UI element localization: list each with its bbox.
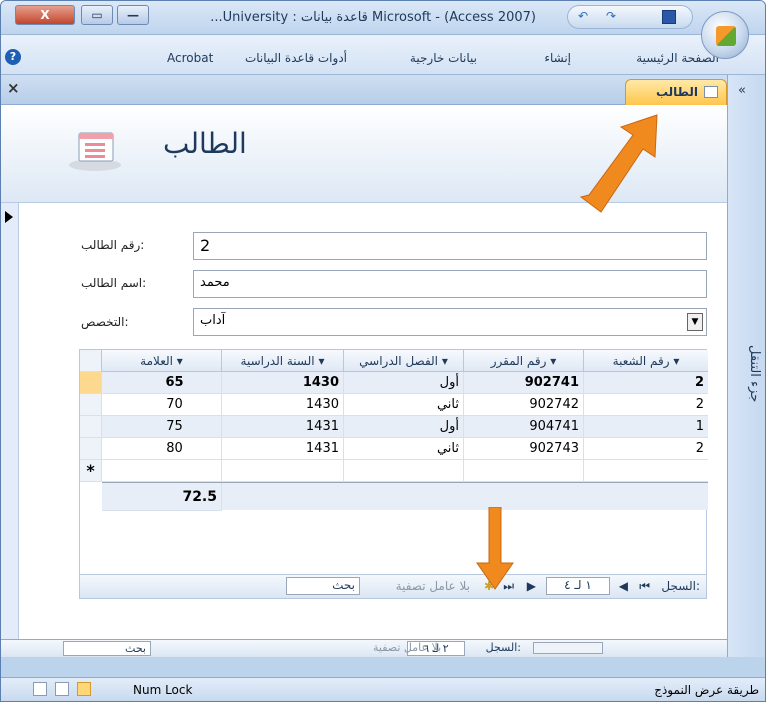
save-icon[interactable]	[662, 10, 676, 24]
cell-section[interactable]: 2	[584, 438, 708, 460]
window-maximize-button[interactable]: ▭	[81, 5, 113, 25]
col-header-grade[interactable]: العلامة ▾	[102, 350, 222, 372]
window-close-button[interactable]: X	[15, 5, 75, 25]
main-record-navigator: السجل: ٢ لـ ٦ بلا عامل تصفية بحث	[1, 639, 727, 657]
cell-section[interactable]: 2	[584, 372, 708, 394]
totals-row: 72.5	[102, 482, 708, 511]
label-major: التخصص:	[81, 315, 129, 329]
current-record-arrow-icon	[5, 211, 13, 223]
col-header-section[interactable]: رقم الشعبة ▾	[584, 350, 708, 372]
row-selector[interactable]	[80, 438, 102, 460]
cell-section[interactable]: 2	[584, 394, 708, 416]
tab-home[interactable]: الصفحة الرئيسية	[636, 51, 719, 65]
table-row[interactable]: 70 1430 ثاني 902742 2	[102, 394, 708, 416]
row-selector[interactable]	[80, 394, 102, 416]
cell-year[interactable]: 1430	[222, 372, 344, 394]
student-id-field[interactable]: 2	[193, 232, 707, 260]
access-window: X ▭ — Microsoft - (Access 2007) قاعدة بي…	[0, 0, 766, 702]
window-minimize-button[interactable]: —	[117, 5, 149, 25]
horizontal-scrollbar[interactable]	[533, 642, 603, 654]
help-icon[interactable]: ?	[5, 49, 21, 65]
record-selector[interactable]	[1, 203, 19, 639]
cell-grade[interactable]: 80	[102, 438, 222, 460]
ribbon-tabs: ? الصفحة الرئيسية إنشاء بيانات خارجية أد…	[1, 35, 765, 75]
subform-search-input[interactable]: بحث	[286, 577, 360, 595]
cell-grade[interactable]: 75	[102, 416, 222, 438]
cell-semester[interactable]: ثاني	[344, 438, 464, 460]
new-record-row[interactable]	[102, 460, 708, 482]
cell-course[interactable]: 902741	[464, 372, 584, 394]
table-row[interactable]: 65 1430 أول 902741 2	[102, 372, 708, 394]
subform-nav-label: السجل:	[661, 579, 700, 593]
col-header-year[interactable]: السنة الدراسية ▾	[222, 350, 344, 372]
table-row[interactable]: 75 1431 أول 904741 1	[102, 416, 708, 438]
new-record-marker[interactable]: *	[80, 460, 102, 482]
document-tab-student[interactable]: الطالب	[625, 79, 727, 105]
document-tab-label: الطالب	[655, 85, 698, 99]
subform-datasheet: العلامة ▾ السنة الدراسية ▾ الفصل الدراسي…	[79, 349, 708, 599]
office-button[interactable]	[701, 11, 749, 59]
view-mode-label: طريقة عرض النموذج	[654, 683, 759, 697]
tab-external-data[interactable]: بيانات خارجية	[410, 51, 477, 65]
col-header-semester[interactable]: الفصل الدراسي ▾	[344, 350, 464, 372]
cell-section[interactable]: 1	[584, 416, 708, 438]
window-title: Microsoft - (Access 2007) قاعدة بيانات :…	[210, 10, 536, 25]
quick-access-toolbar[interactable]: ↶ ↷	[567, 5, 693, 29]
form-view-icon[interactable]	[77, 682, 91, 696]
subform-position-field[interactable]: ١ لـ ٤	[546, 577, 610, 595]
tab-acrobat[interactable]: Acrobat	[167, 51, 213, 65]
cell-course[interactable]: 904741	[464, 416, 584, 438]
tab-database-tools[interactable]: أدوات قاعدة البيانات	[245, 51, 347, 65]
cell-semester[interactable]: ثاني	[344, 394, 464, 416]
last-record-icon[interactable]: ⏭	[503, 579, 514, 594]
major-combo[interactable]: آداب	[193, 308, 707, 336]
layout-view-icon[interactable]	[33, 682, 47, 696]
table-row[interactable]: 80 1431 ثاني 902743 2	[102, 438, 708, 460]
design-view-icon[interactable]	[55, 682, 69, 696]
form-header-icon	[69, 132, 121, 171]
office-logo-icon	[716, 26, 736, 46]
row-selector[interactable]	[80, 372, 102, 394]
cell-year[interactable]: 1430	[222, 394, 344, 416]
navigation-pane-label: جزء التنقل	[747, 345, 762, 403]
navigation-pane[interactable]: « جزء التنقل	[727, 75, 765, 657]
next-record-icon[interactable]: ▶	[527, 579, 536, 593]
cell-grade[interactable]: 65	[102, 372, 222, 394]
undo-icon[interactable]: ↶	[578, 9, 588, 23]
main-search-input[interactable]: بحث	[63, 641, 151, 656]
main-filter-status[interactable]: بلا عامل تصفية	[373, 641, 441, 654]
col-header-course[interactable]: رقم المقرر ▾	[464, 350, 584, 372]
num-lock-indicator: Num Lock	[133, 683, 193, 697]
select-all-corner[interactable]	[80, 350, 102, 372]
combo-dropdown-button[interactable]: ▼	[687, 313, 703, 331]
cell-semester[interactable]: أول	[344, 416, 464, 438]
first-record-icon[interactable]: ⏮	[639, 579, 650, 594]
new-record-icon[interactable]: ✱	[484, 579, 494, 593]
cell-year[interactable]: 1431	[222, 438, 344, 460]
cell-course[interactable]: 902742	[464, 394, 584, 416]
redo-icon[interactable]: ↷	[606, 9, 616, 23]
title-bar: X ▭ — Microsoft - (Access 2007) قاعدة بي…	[1, 1, 765, 35]
expand-nav-pane-button[interactable]: «	[738, 83, 746, 98]
cell-grade[interactable]: 70	[102, 394, 222, 416]
grade-average: 72.5	[102, 483, 222, 511]
student-name-field[interactable]: محمد	[193, 270, 707, 298]
cell-semester[interactable]: أول	[344, 372, 464, 394]
prev-record-icon[interactable]: ◀	[619, 579, 628, 593]
main-nav-label: السجل:	[485, 641, 521, 654]
label-student-id: رقم الطالب:	[81, 238, 145, 252]
document-tab-bar: × الطالب	[1, 75, 727, 105]
close-document-button[interactable]: ×	[7, 79, 20, 97]
subform-record-navigator: السجل: ⏮ ◀ ١ لـ ٤ ▶ ⏭ ✱ بلا عامل تصفية ب…	[80, 574, 706, 598]
form-title: الطالب	[163, 127, 247, 160]
filter-status[interactable]: بلا عامل تصفية	[396, 579, 470, 593]
status-bar: طريقة عرض النموذج Num Lock	[1, 677, 765, 701]
cell-course[interactable]: 902743	[464, 438, 584, 460]
form-icon	[704, 86, 718, 98]
cell-year[interactable]: 1431	[222, 416, 344, 438]
tab-create[interactable]: إنشاء	[544, 51, 571, 65]
row-selector[interactable]	[80, 416, 102, 438]
label-student-name: اسم الطالب:	[81, 276, 147, 290]
